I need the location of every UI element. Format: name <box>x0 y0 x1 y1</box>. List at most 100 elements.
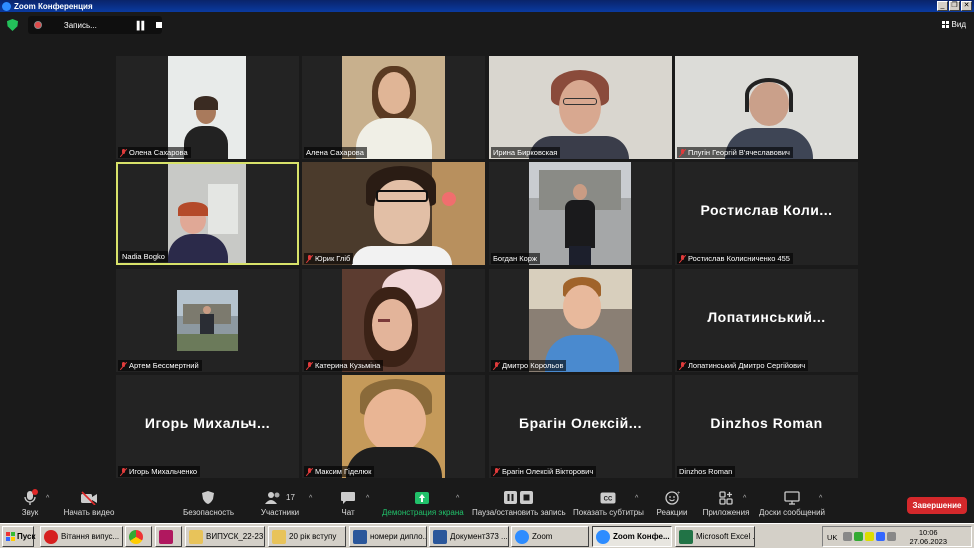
captions-options-chevron-up-icon[interactable]: ^ <box>635 495 638 502</box>
taskbar-item-app[interactable] <box>155 526 182 547</box>
share-screen-button[interactable]: Демонстрация экрана <box>382 489 464 517</box>
participant-name-label: Игорь Михальченко <box>118 466 201 477</box>
chat-options-chevron-up-icon[interactable]: ^ <box>366 495 369 502</box>
participants-count: 17 <box>286 493 295 502</box>
taskbar-item-zoom-meeting[interactable]: Zoom Конфе... <box>592 526 672 547</box>
svg-text:CC: CC <box>604 496 613 502</box>
pause-recording-icon[interactable]: ▌▌ <box>137 21 147 30</box>
audio-button[interactable]: Звук <box>18 489 42 517</box>
recording-indicator: Запись... ▌▌ <box>28 16 162 34</box>
participant-name-label: Дмитро Корольов <box>491 360 567 371</box>
participant-video <box>342 375 445 478</box>
security-button[interactable]: Безопасность <box>183 489 234 517</box>
mic-muted-icon <box>306 467 313 476</box>
video-tile[interactable]: Ирина Бирковская <box>489 56 672 159</box>
whiteboards-button[interactable]: Доски сообщений <box>758 489 826 517</box>
app-icon <box>159 529 173 544</box>
video-tile-no-video[interactable]: Лопатинський... Лопатинський Дмитро Серг… <box>675 269 858 372</box>
close-button[interactable]: ✕ <box>961 1 972 11</box>
taskbar-item-word-document[interactable]: Документ373 ... <box>429 526 509 547</box>
view-button[interactable]: Вид <box>941 20 966 29</box>
video-tile[interactable]: Артем Бессмертний <box>116 269 299 372</box>
start-button[interactable]: Пуск <box>2 526 35 547</box>
svg-text:+: + <box>677 491 680 497</box>
participant-name-label: Богдан Корж <box>491 253 540 264</box>
mic-muted-icon <box>679 148 686 157</box>
mic-muted-icon <box>493 361 500 370</box>
participant-name-label: Ростислав Колисниченко 455 <box>677 253 793 264</box>
participant-name-label: Алена Сахарова <box>304 147 367 158</box>
whiteboards-options-chevron-up-icon[interactable]: ^ <box>819 495 822 502</box>
taskbar-item-opera[interactable]: Вітання випус... <box>40 526 123 547</box>
taskbar-item-folder-vstup[interactable]: 20 рік вступу <box>268 526 346 547</box>
show-captions-button[interactable]: CC Показать субтитры <box>573 489 644 517</box>
video-tile-active-speaker[interactable]: Nadia Bogko <box>116 162 299 265</box>
participant-name-label: Nadia Bogko <box>120 251 168 262</box>
minimize-button[interactable]: _ <box>937 1 948 11</box>
tray-icon[interactable] <box>854 532 863 541</box>
taskbar-item-zoom[interactable]: Zoom <box>511 526 589 547</box>
taskbar-item-folder-vypusk[interactable]: ВИПУСК_22-23 <box>185 526 265 547</box>
reactions-button[interactable]: + Реакции <box>654 489 690 517</box>
participant-video <box>675 56 858 159</box>
participant-name-label: Ирина Бирковская <box>491 147 561 158</box>
participant-video <box>342 56 445 159</box>
participant-video <box>168 56 246 159</box>
chat-button[interactable]: Чат <box>336 489 360 517</box>
participant-video <box>302 162 485 265</box>
tray-icon[interactable] <box>887 532 896 541</box>
taskbar-item-excel[interactable]: Microsoft Excel ... <box>675 526 755 547</box>
participant-name-label: Юрик Гліб <box>304 253 354 264</box>
taskbar-item-chrome[interactable] <box>125 526 152 547</box>
apps-button[interactable]: Приложения <box>702 489 750 517</box>
word-icon <box>433 529 447 544</box>
participant-display-name: Игорь Михальч... <box>144 415 271 431</box>
windows-logo-icon <box>6 532 15 541</box>
start-video-button[interactable]: Начать видео <box>62 489 116 517</box>
participants-options-chevron-up-icon[interactable]: ^ <box>309 495 312 502</box>
tray-icon[interactable] <box>876 532 885 541</box>
view-label: Вид <box>951 20 966 29</box>
zoom-icon <box>515 529 529 544</box>
clock[interactable]: 10:06 27.06.2023 <box>909 528 947 546</box>
encryption-shield-icon[interactable] <box>7 19 18 31</box>
mic-muted-icon <box>306 361 313 370</box>
participants-icon <box>265 491 280 504</box>
video-tile[interactable]: Юрик Гліб <box>302 162 485 265</box>
participant-video <box>529 162 631 265</box>
opera-icon <box>44 529 58 544</box>
video-tile[interactable]: Максим Гіделюк <box>302 375 485 478</box>
excel-icon <box>679 529 693 544</box>
whiteboard-icon <box>784 490 800 505</box>
share-options-chevron-up-icon[interactable]: ^ <box>456 495 459 502</box>
video-tile[interactable]: Богдан Корж <box>489 162 672 265</box>
video-tile-no-video[interactable]: Брагін Олексій... Брагін Олексій Вікторо… <box>489 375 672 478</box>
window-title: Zoom Конференция <box>14 1 93 11</box>
participants-button[interactable]: 17 Участники <box>258 489 302 517</box>
video-tile[interactable]: Олена Сахарова <box>116 56 299 159</box>
pause-stop-recording-button[interactable]: Пауза/остановить запись <box>472 489 566 517</box>
audio-options-chevron-up-icon[interactable]: ^ <box>46 495 49 502</box>
end-meeting-button[interactable]: Завершение <box>907 497 967 514</box>
tray-icon[interactable] <box>865 532 874 541</box>
video-tile[interactable]: Алена Сахарова <box>302 56 485 159</box>
video-tile[interactable]: Дмитро Корольов <box>489 269 672 372</box>
apps-options-chevron-up-icon[interactable]: ^ <box>743 495 746 502</box>
chrome-icon <box>129 529 143 544</box>
stop-recording-icon[interactable] <box>156 22 162 28</box>
video-tile[interactable]: Плугін Георгій В'ячеславович <box>675 56 858 159</box>
tray-icon[interactable] <box>843 532 852 541</box>
video-tile-no-video[interactable]: Dinzhos Roman Dinzhos Roman <box>675 375 858 478</box>
participant-name-label: Артем Бессмертний <box>118 360 202 371</box>
participant-name-label: Лопатинський Дмитро Сергійович <box>677 360 809 371</box>
taskbar-item-word-nomery[interactable]: номери дипло... <box>349 526 427 547</box>
video-tile-no-video[interactable]: Ростислав Коли... Ростислав Колисниченко… <box>675 162 858 265</box>
restore-button[interactable]: ❐ <box>949 1 960 11</box>
participant-video <box>177 290 238 351</box>
system-tray: UK 10:06 27.06.2023 <box>822 526 972 547</box>
gallery-view-icon <box>941 21 949 28</box>
language-indicator[interactable]: UK <box>827 533 837 542</box>
word-icon <box>353 529 367 544</box>
video-tile-no-video[interactable]: Игорь Михальч... Игорь Михальченко <box>116 375 299 478</box>
video-tile[interactable]: Катерина Кузьміна <box>302 269 485 372</box>
